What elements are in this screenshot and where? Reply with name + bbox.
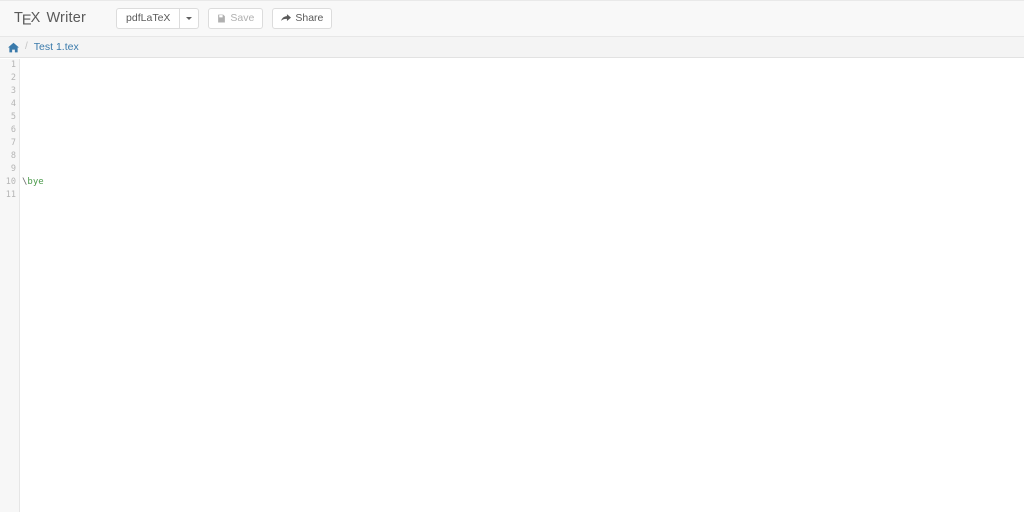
line-number: 5 <box>10 112 16 122</box>
code-line[interactable] <box>22 85 1024 98</box>
line-number: 9 <box>10 164 16 174</box>
line-number: 6 <box>10 125 16 135</box>
line-number: 2 <box>10 73 16 83</box>
code-editor[interactable]: 1 2 3 4 5 6 7 8 9 10 11 \bye <box>0 59 1024 512</box>
code-content[interactable]: \bye <box>21 59 1024 512</box>
token-command: bye <box>27 177 44 187</box>
breadcrumb: / Test 1.tex <box>0 37 1024 58</box>
code-line[interactable] <box>22 150 1024 163</box>
tex-writer-app: T E X Writer pdfLaTeX Save Share / Test … <box>0 0 1024 512</box>
engine-select-label: pdfLaTeX <box>126 12 171 25</box>
save-button[interactable]: Save <box>208 8 264 29</box>
app-title-writer: Writer <box>46 10 87 27</box>
share-arrow-icon <box>281 14 292 23</box>
share-button-label: Share <box>295 12 324 25</box>
toolbar: pdfLaTeX Save Share <box>116 8 333 29</box>
code-line[interactable] <box>22 98 1024 111</box>
line-number: 8 <box>10 151 16 161</box>
code-line[interactable]: \bye <box>22 176 1024 189</box>
share-button[interactable]: Share <box>272 8 333 29</box>
engine-dropdown-toggle[interactable] <box>180 8 200 29</box>
chevron-down-icon <box>186 17 193 20</box>
code-line[interactable] <box>22 124 1024 137</box>
save-button-label: Save <box>230 12 255 25</box>
line-number: 7 <box>10 138 16 148</box>
breadcrumb-file-link[interactable]: Test 1.tex <box>34 42 79 53</box>
code-line[interactable] <box>22 72 1024 85</box>
code-line[interactable] <box>22 111 1024 124</box>
line-number-gutter: 1 2 3 4 5 6 7 8 9 10 11 <box>0 59 20 512</box>
app-title-tex-x: X <box>30 10 41 27</box>
line-number: 1 <box>10 60 16 70</box>
code-line[interactable] <box>22 189 1024 202</box>
breadcrumb-separator: / <box>25 41 28 52</box>
line-number: 3 <box>10 86 16 96</box>
code-line[interactable] <box>22 59 1024 72</box>
app-title-tex-e: E <box>21 12 32 29</box>
engine-select-button[interactable]: pdfLaTeX <box>116 8 181 29</box>
line-number: 4 <box>10 99 16 109</box>
code-line[interactable] <box>22 163 1024 176</box>
app-title: T E X Writer <box>14 10 87 29</box>
engine-select-group: pdfLaTeX <box>116 8 200 29</box>
floppy-disk-icon <box>217 14 226 23</box>
home-icon[interactable] <box>8 42 19 53</box>
app-header: T E X Writer pdfLaTeX Save Share <box>0 0 1024 37</box>
line-number: 10 <box>5 177 16 187</box>
code-line[interactable] <box>22 137 1024 150</box>
line-number: 11 <box>5 190 16 200</box>
